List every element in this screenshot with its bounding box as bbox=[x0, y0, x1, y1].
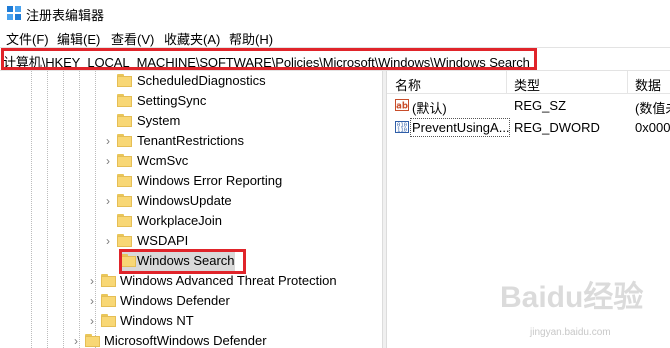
chevron-right-icon[interactable]: › bbox=[103, 234, 113, 248]
tree-node-label: Windows Advanced Threat Protection bbox=[120, 273, 337, 288]
tree-node-scheduleddiagnostics[interactable]: ScheduledDiagnostics bbox=[103, 71, 363, 91]
baidu-watermark: Baidu经验 bbox=[500, 281, 644, 314]
folder-icon bbox=[117, 234, 132, 247]
watermark-url: jingyan.baidu.com bbox=[530, 327, 611, 338]
folder-icon bbox=[121, 254, 136, 267]
folder-icon bbox=[117, 94, 132, 107]
menu-view[interactable]: 查看(V) bbox=[111, 29, 154, 48]
tree-node-windows-search[interactable]: Windows Search bbox=[103, 251, 363, 271]
tree-node-windowsupdate[interactable]: › WindowsUpdate bbox=[103, 191, 363, 211]
tree-node-label: SettingSync bbox=[137, 93, 207, 108]
menu-favorites[interactable]: 收藏夹(A) bbox=[164, 29, 220, 48]
tree-node-windows-advanced-threat-protection[interactable]: › Windows Advanced Threat Protection bbox=[87, 271, 377, 291]
tree-guide-line bbox=[47, 71, 48, 348]
column-header-data[interactable]: 数据 bbox=[635, 75, 661, 94]
value-data: (数值未 bbox=[635, 101, 670, 116]
tree-node-tenantrestrictions[interactable]: › TenantRestrictions bbox=[103, 131, 363, 151]
tree-node-label: System bbox=[137, 113, 181, 128]
list-item[interactable]: ab (默认) REG_SZ (数值未 bbox=[387, 94, 670, 116]
chevron-right-icon[interactable]: › bbox=[87, 274, 97, 288]
chevron-right-icon[interactable]: › bbox=[103, 194, 113, 208]
column-divider[interactable] bbox=[506, 71, 507, 93]
folder-icon bbox=[101, 294, 116, 307]
column-header-type[interactable]: 类型 bbox=[514, 75, 540, 94]
tree-guide-line bbox=[31, 71, 32, 348]
address-bar[interactable]: 计算机\HKEY_LOCAL_MACHINE\SOFTWARE\Policies… bbox=[0, 47, 670, 71]
tree-node-label: Windows Error Reporting bbox=[137, 173, 283, 188]
tree-node-windows-nt[interactable]: › Windows NT bbox=[87, 311, 347, 331]
tree-node-label: WindowsUpdate bbox=[137, 193, 232, 208]
tree-node-label: Windows Search bbox=[137, 253, 235, 268]
tree-guide-line bbox=[79, 71, 80, 348]
value-type: REG_SZ bbox=[514, 98, 567, 113]
tree-node-microsoftwindows-defender[interactable]: › MicrosoftWindows Defender bbox=[71, 331, 361, 348]
tree-node-wsdapi[interactable]: › WSDAPI bbox=[103, 231, 363, 251]
folder-icon bbox=[117, 74, 132, 87]
value-name: (默认) bbox=[412, 101, 447, 116]
chevron-right-icon[interactable]: › bbox=[87, 294, 97, 308]
tree-node-label: MicrosoftWindows Defender bbox=[104, 333, 267, 348]
chevron-right-icon[interactable]: › bbox=[71, 334, 81, 348]
folder-icon bbox=[101, 274, 116, 287]
tree-node-wcmsvc[interactable]: › WcmSvc bbox=[103, 151, 363, 171]
chevron-right-icon[interactable]: › bbox=[103, 154, 113, 168]
tree-node-label: TenantRestrictions bbox=[137, 133, 244, 148]
svg-text:ab: ab bbox=[396, 102, 408, 112]
tree-node-workplacejoin[interactable]: WorkplaceJoin bbox=[103, 211, 363, 231]
tree-node-label: ScheduledDiagnostics bbox=[137, 73, 266, 88]
key-tree-pane[interactable]: ScheduledDiagnostics SettingSync System … bbox=[0, 71, 382, 348]
folder-icon bbox=[117, 174, 132, 187]
folder-icon bbox=[117, 194, 132, 207]
menu-file[interactable]: 文件(F) bbox=[6, 29, 49, 48]
tree-node-label: Windows Defender bbox=[120, 293, 230, 308]
folder-icon bbox=[101, 314, 116, 327]
title-bar: 注册表编辑器 bbox=[0, 0, 670, 26]
folder-icon bbox=[117, 114, 132, 127]
tree-node-label: WSDAPI bbox=[137, 233, 189, 248]
tree-node-system[interactable]: System bbox=[103, 111, 363, 131]
tree-guide-line bbox=[63, 71, 64, 348]
value-data: 0x000 bbox=[635, 120, 670, 135]
menu-help[interactable]: 帮助(H) bbox=[229, 29, 273, 48]
svg-text:110: 110 bbox=[397, 128, 407, 134]
chevron-right-icon[interactable]: › bbox=[103, 134, 113, 148]
menu-bar: 文件(F) 编辑(E) 查看(V) 收藏夹(A) 帮助(H) bbox=[0, 27, 670, 47]
folder-icon bbox=[85, 334, 100, 347]
focus-rectangle bbox=[410, 118, 510, 137]
regedit-app-icon bbox=[7, 6, 21, 20]
tree-node-label: WcmSvc bbox=[137, 153, 189, 168]
list-header: 名称 类型 数据 bbox=[387, 71, 670, 94]
tree-node-settingsync[interactable]: SettingSync bbox=[103, 91, 363, 111]
string-value-icon: ab bbox=[395, 99, 409, 112]
folder-icon bbox=[117, 154, 132, 167]
tree-node-windows-error-reporting[interactable]: Windows Error Reporting bbox=[103, 171, 363, 191]
tree-node-label: WorkplaceJoin bbox=[137, 213, 223, 228]
column-header-name[interactable]: 名称 bbox=[395, 75, 421, 94]
window-title: 注册表编辑器 bbox=[26, 8, 105, 23]
tree-node-windows-defender[interactable]: › Windows Defender bbox=[87, 291, 347, 311]
chevron-right-icon[interactable]: › bbox=[87, 314, 97, 328]
menu-edit[interactable]: 编辑(E) bbox=[57, 29, 100, 48]
folder-icon bbox=[117, 214, 132, 227]
tree-node-label: Windows NT bbox=[120, 313, 194, 328]
folder-icon bbox=[117, 134, 132, 147]
dword-value-icon: 010 110 bbox=[395, 121, 409, 134]
address-path[interactable]: 计算机\HKEY_LOCAL_MACHINE\SOFTWARE\Policies… bbox=[3, 52, 530, 71]
column-divider[interactable] bbox=[627, 71, 628, 93]
value-type: REG_DWORD bbox=[514, 120, 600, 135]
